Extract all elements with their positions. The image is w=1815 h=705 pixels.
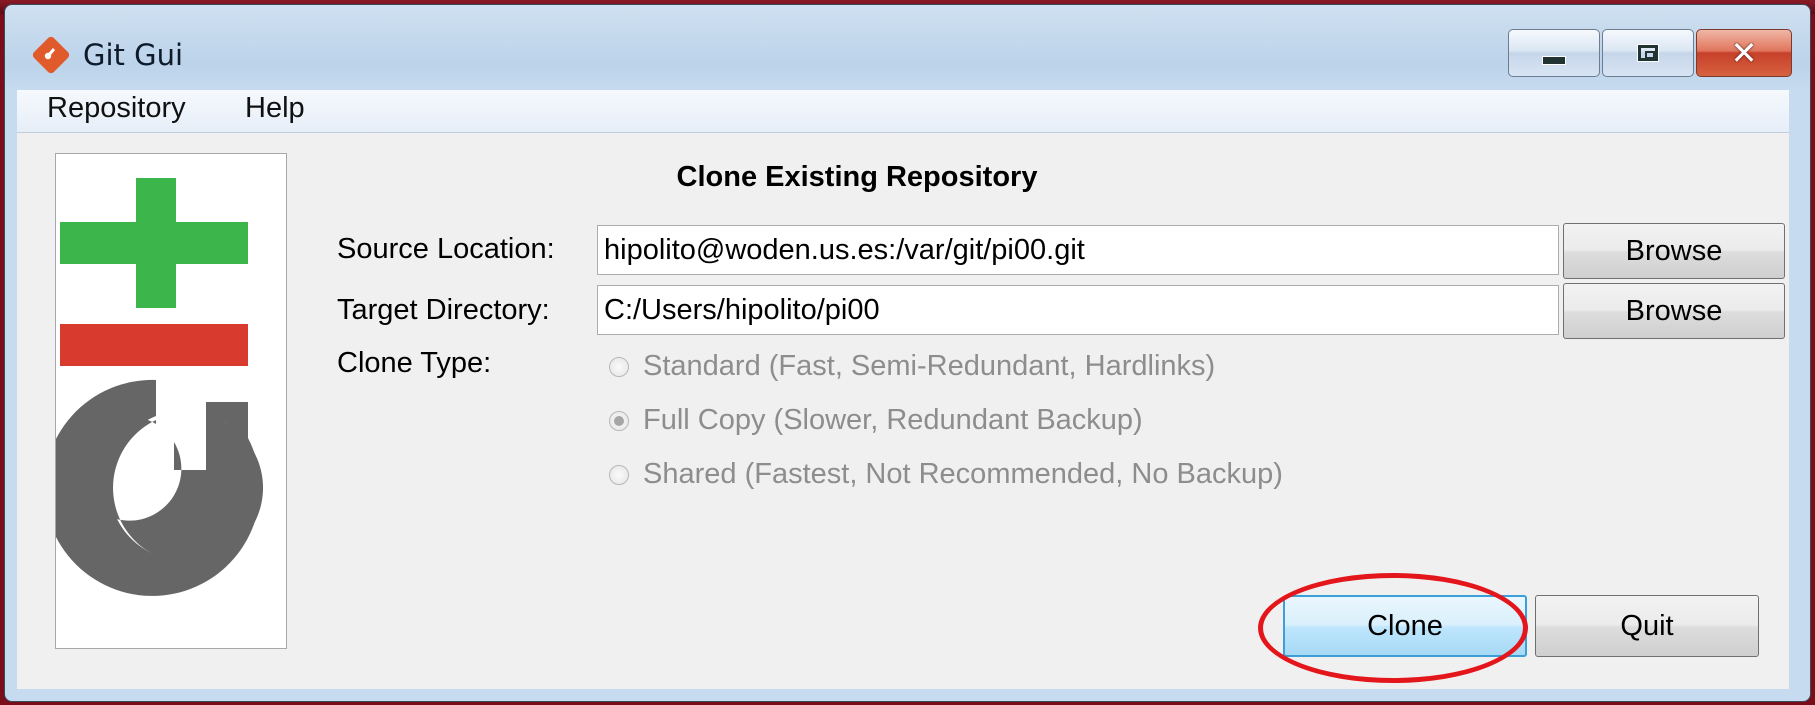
radio-full-copy-label: Full Copy (Slower, Redundant Backup) <box>643 404 1143 436</box>
radio-full-copy[interactable]: Full Copy (Slower, Redundant Backup) <box>609 404 1143 437</box>
window-title: Git Gui <box>83 38 184 72</box>
quit-button[interactable]: Quit <box>1535 595 1759 657</box>
target-directory-label: Target Directory: <box>337 294 550 326</box>
radio-standard-label: Standard (Fast, Semi-Redundant, Hardlink… <box>643 350 1216 382</box>
clone-button[interactable]: Clone <box>1283 595 1527 657</box>
menu-bar: Repository Help <box>17 90 1789 133</box>
git-gui-window: Git Gui ✕ Repository Help Clone Existing… <box>4 4 1811 702</box>
source-location-label: Source Location: <box>337 233 555 265</box>
menu-help[interactable]: Help <box>245 92 305 125</box>
git-gui-logo <box>44 153 287 649</box>
radio-indicator[interactable] <box>609 356 629 377</box>
source-location-input[interactable] <box>597 225 1559 275</box>
browse-source-button[interactable]: Browse <box>1563 223 1785 279</box>
browse-target-button[interactable]: Browse <box>1563 283 1785 339</box>
title-bar[interactable]: Git Gui ✕ <box>5 5 1810 90</box>
radio-indicator[interactable] <box>609 464 629 485</box>
git-logo-graphic <box>44 178 264 596</box>
dialog-heading: Clone Existing Repository <box>676 161 1038 193</box>
maximize-icon <box>1637 44 1659 62</box>
minimize-button[interactable] <box>1508 29 1600 77</box>
radio-indicator[interactable] <box>609 410 629 431</box>
clone-dialog: Clone Existing Repository Source Locatio… <box>17 133 1789 689</box>
clone-type-label: Clone Type: <box>337 347 492 379</box>
close-icon: ✕ <box>1730 34 1758 72</box>
minimize-icon <box>1542 55 1566 65</box>
radio-shared[interactable]: Shared (Fastest, Not Recommended, No Bac… <box>609 458 1283 491</box>
maximize-button[interactable] <box>1602 29 1694 77</box>
close-button[interactable]: ✕ <box>1696 29 1792 77</box>
git-logo-icon <box>32 36 70 74</box>
target-directory-input[interactable] <box>597 285 1559 335</box>
radio-standard[interactable]: Standard (Fast, Semi-Redundant, Hardlink… <box>609 350 1215 383</box>
radio-shared-label: Shared (Fastest, Not Recommended, No Bac… <box>643 458 1283 490</box>
menu-repository[interactable]: Repository <box>47 92 186 125</box>
